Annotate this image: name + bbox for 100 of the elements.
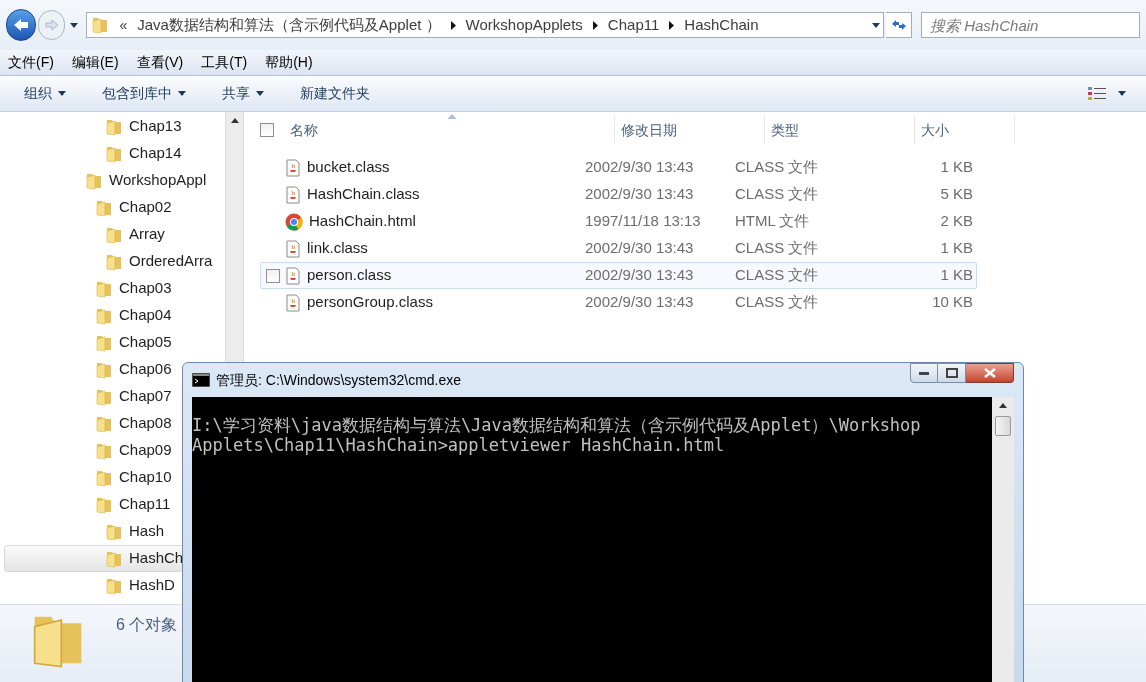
folder-icon (105, 522, 123, 541)
file-type: CLASS 文件 (735, 238, 820, 259)
file-row[interactable]: link.class 2002/9/30 13:43 CLASS 文件 1 KB (260, 235, 977, 262)
toolbar-button[interactable]: 新建文件夹 (300, 83, 370, 104)
tree-item[interactable]: Chap14 (4, 140, 221, 167)
folder-icon (105, 117, 123, 136)
folder-icon (105, 144, 123, 163)
column-header[interactable]: 大小 (915, 116, 1015, 144)
tree-item[interactable]: Hash (4, 518, 221, 545)
tree-item[interactable]: Chap04 (4, 302, 221, 329)
menu-item[interactable]: 编辑(E) (69, 52, 121, 73)
breadcrumb-segment[interactable]: WorkshopApplets (465, 13, 583, 37)
tree-item[interactable]: Chap10 (4, 464, 221, 491)
menu-item[interactable]: 帮助(H) (263, 52, 315, 73)
file-row[interactable]: person.class 2002/9/30 13:43 CLASS 文件 1 KB (260, 262, 977, 289)
minimize-icon (919, 371, 929, 375)
file-size: 10 KB (931, 292, 973, 313)
file-row[interactable]: HashChain.html 1997/11/18 13:13 HTML 文件 2 KB (260, 208, 977, 235)
file-type: CLASS 文件 (735, 184, 820, 205)
file-size: 1 KB (939, 157, 973, 178)
view-button[interactable] (1088, 86, 1126, 101)
file-size: 5 KB (939, 184, 973, 205)
file-date: 2002/9/30 13:43 (585, 184, 695, 205)
item-count: 6 个对象 (116, 615, 178, 635)
file-date: 2002/9/30 13:43 (585, 265, 695, 286)
file-icon (285, 158, 301, 177)
select-all-checkbox[interactable] (260, 123, 274, 137)
scroll-thumb[interactable] (995, 416, 1011, 436)
breadcrumb-segment[interactable]: HashChain (684, 13, 759, 37)
toolbar-button[interactable]: 组织 (24, 83, 66, 104)
file-name: HashChain.class (307, 184, 420, 205)
maximize-button[interactable] (938, 363, 966, 383)
file-name: HashChain.html (309, 211, 416, 232)
folder-icon (95, 198, 113, 217)
chevron-right-icon (669, 20, 675, 30)
toolbar-button[interactable]: 共享 (222, 83, 264, 104)
minimize-button[interactable] (910, 363, 938, 383)
file-row[interactable]: HashChain.class 2002/9/30 13:43 CLASS 文件 5 KB (260, 181, 977, 208)
browser-icon (285, 212, 303, 231)
tree-item[interactable]: WorkshopAppl (4, 167, 221, 194)
caret-icon (58, 91, 66, 96)
folder-icon (95, 495, 113, 514)
folder-icon (91, 16, 110, 34)
folder-icon (95, 333, 113, 352)
tree-item[interactable]: Chap02 (4, 194, 221, 221)
file-date: 1997/11/18 13:13 (585, 211, 702, 232)
folder-icon (105, 549, 123, 568)
menu-item[interactable]: 工具(T) (199, 52, 250, 73)
tree-item[interactable]: Array (4, 221, 221, 248)
forward-arrow-icon (44, 19, 59, 31)
tree-item[interactable]: HashD (4, 572, 221, 599)
tree-item[interactable]: Chap05 (4, 329, 221, 356)
menu-item[interactable]: 查看(V) (134, 52, 186, 73)
refresh-button[interactable] (886, 12, 912, 38)
file-icon (285, 266, 301, 285)
chevron-right-icon (592, 20, 598, 30)
tree-item[interactable]: Chap11 (4, 491, 221, 518)
file-name: bucket.class (307, 157, 390, 178)
close-icon (983, 368, 996, 378)
folder-icon (95, 360, 113, 379)
search-field[interactable]: 搜索 HashChain (921, 12, 1140, 38)
file-size: 2 KB (939, 211, 973, 232)
file-size: 1 KB (939, 265, 973, 286)
tree-item[interactable]: Chap13 (4, 113, 221, 140)
breadcrumb-overflow[interactable]: « (119, 14, 128, 36)
tree-item[interactable]: Chap03 (4, 275, 221, 302)
breadcrumb-segment[interactable]: Chap11 (607, 13, 660, 37)
caret-icon (256, 91, 264, 96)
close-button[interactable] (966, 363, 1014, 383)
menu-item[interactable]: 文件(F) (6, 52, 56, 73)
address-bar[interactable]: « Java数据结构和算法（含示例代码及Applet ） WorkshopApplets Chap11 HashChain (86, 12, 885, 38)
column-header[interactable]: 修改日期 (615, 116, 765, 144)
folder-icon (105, 576, 123, 595)
maximize-icon (945, 368, 958, 378)
file-size: 1 KB (939, 238, 973, 259)
folder-icon (105, 252, 123, 271)
file-row[interactable]: bucket.class 2002/9/30 13:43 CLASS 文件 1 KB (260, 154, 977, 181)
toolbar-button[interactable]: 包含到库中 (102, 83, 186, 104)
tree-item[interactable]: OrderedArra (4, 248, 221, 275)
console-icon (192, 373, 210, 387)
back-button[interactable] (6, 9, 36, 41)
column-header[interactable]: 类型 (765, 116, 915, 144)
caret-icon (1118, 91, 1126, 96)
column-header[interactable]: 名称 (290, 116, 615, 144)
folder-icon (95, 468, 113, 487)
sort-ascending-icon (447, 114, 457, 119)
folder-icon (95, 279, 113, 298)
folder-icon (85, 171, 103, 190)
file-icon (285, 239, 301, 258)
caret-icon (872, 22, 881, 28)
caret-icon (69, 22, 78, 28)
console-scrollbar[interactable] (992, 397, 1014, 682)
file-name: person.class (307, 265, 392, 286)
row-checkbox[interactable] (266, 268, 280, 283)
file-icon (285, 185, 301, 204)
breadcrumb-segment[interactable]: Java数据结构和算法（含示例代码及Applet ） (137, 13, 441, 37)
file-date: 2002/9/30 13:43 (585, 238, 695, 259)
file-row[interactable]: personGroup.class 2002/9/30 13:43 CLASS 文件 10 KB (260, 289, 977, 316)
console-line: Applets\Chap11\HashChain>appletviewer HashChain.html (192, 435, 726, 455)
file-type: HTML 文件 (735, 211, 811, 232)
